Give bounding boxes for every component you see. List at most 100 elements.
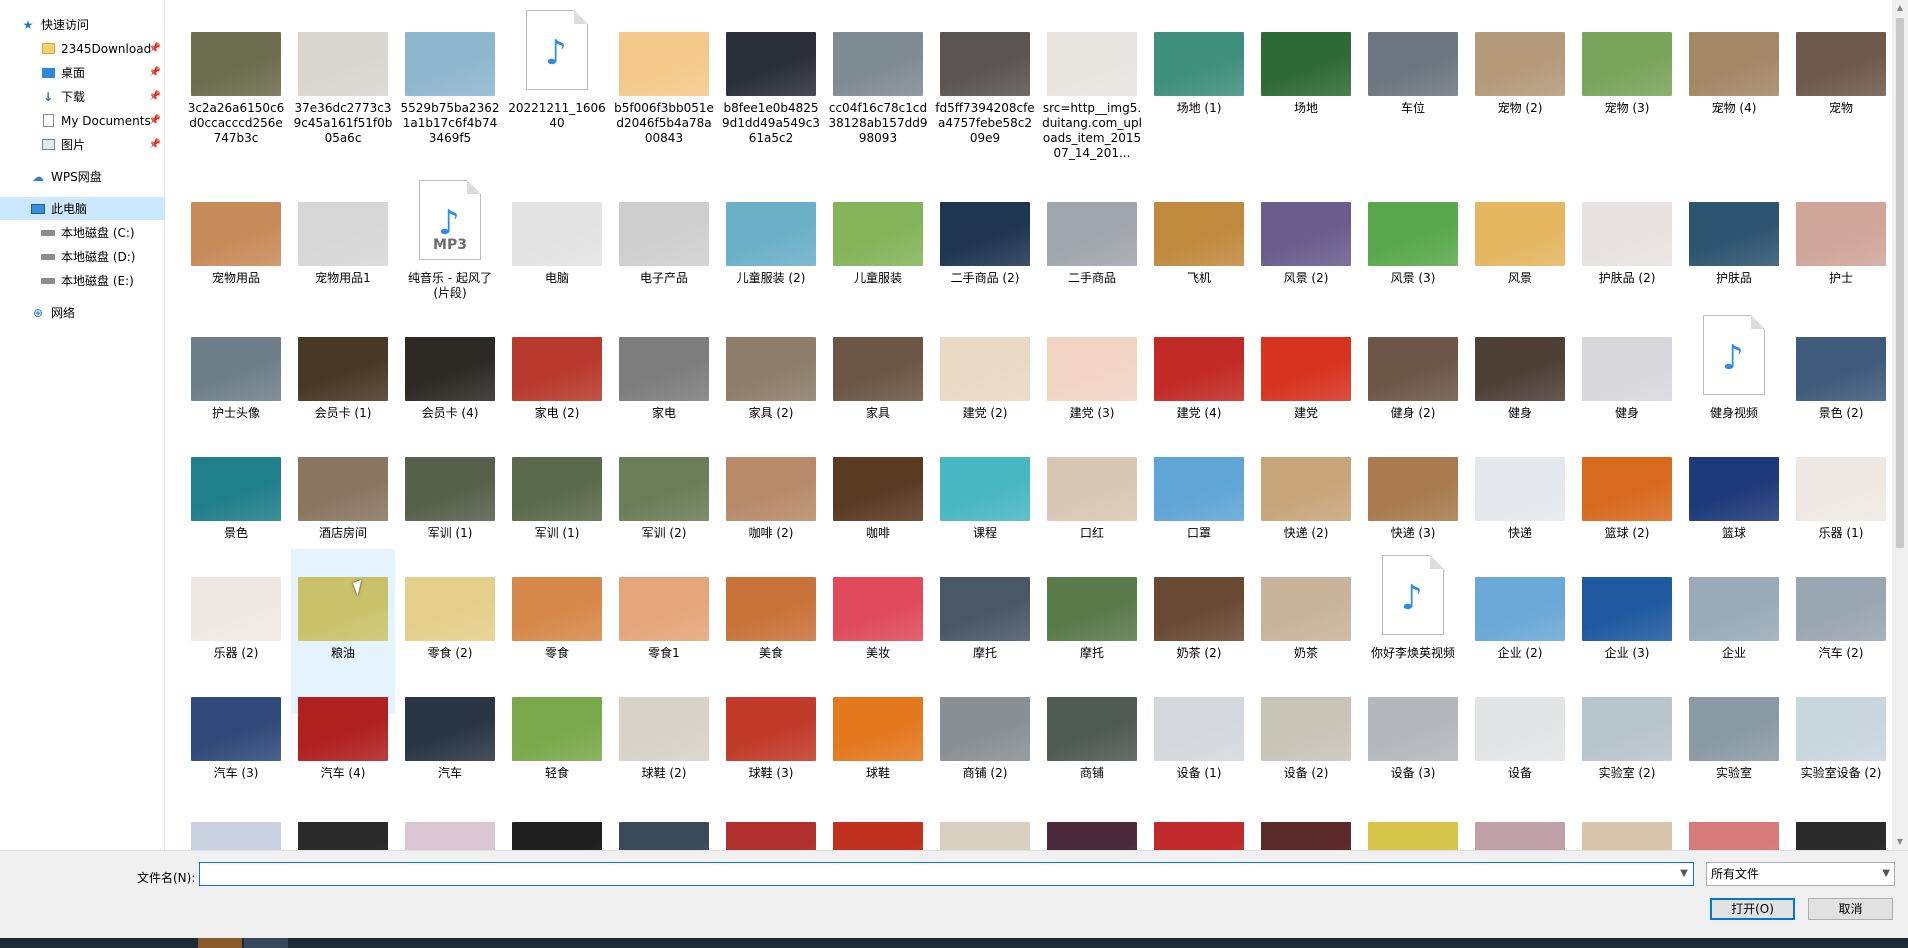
- file-item[interactable]: [1147, 794, 1251, 850]
- file-item[interactable]: [719, 794, 823, 850]
- file-item[interactable]: 宠物: [1789, 4, 1892, 169]
- thumbnail-image: [1047, 822, 1137, 850]
- thumbnail-image: [1047, 202, 1137, 266]
- thumbnail-image: [298, 697, 388, 761]
- nav-drive-e[interactable]: 本地磁盘 (E:): [0, 269, 165, 292]
- file-name: 二手商品 (2): [950, 271, 1020, 285]
- thumbnail-image: [405, 337, 495, 401]
- file-name: 宠物用品: [211, 271, 260, 285]
- file-item[interactable]: fd5ff7394208cfea4757febe58c209e9: [933, 4, 1037, 169]
- file-name: 电子产品: [639, 271, 688, 285]
- file-item[interactable]: [505, 794, 609, 850]
- nav-wps-cloud[interactable]: ☁ WPS网盘: [0, 165, 165, 188]
- nav-quick-access[interactable]: ★ 快速访问: [0, 13, 165, 36]
- thumbnail-image: [1475, 697, 1565, 761]
- file-item[interactable]: 场地: [1254, 4, 1358, 169]
- file-item[interactable]: ♪ 20221211_160640: [505, 4, 609, 169]
- pictures-icon: [40, 137, 56, 153]
- thumbnail-image: [1689, 577, 1779, 641]
- nav-drive-d[interactable]: 本地磁盘 (D:): [0, 245, 165, 268]
- chevron-down-icon[interactable]: ▼: [1676, 865, 1692, 883]
- nav-label: 图片: [61, 138, 86, 152]
- nav-drive-c[interactable]: 本地磁盘 (C:): [0, 221, 165, 244]
- file-item[interactable]: 车位: [1361, 4, 1465, 169]
- nav-network[interactable]: ⊕ 网络: [0, 301, 165, 324]
- thumbnail-image: [1368, 202, 1458, 266]
- file-name: 家电 (2): [534, 406, 580, 420]
- file-type-filter[interactable]: 所有文件 ▼: [1706, 862, 1895, 886]
- thumbnail-image: [405, 32, 495, 96]
- file-name: 护肤品: [1715, 271, 1752, 285]
- file-item[interactable]: [1254, 794, 1358, 850]
- thumbnail-image: [298, 337, 388, 401]
- file-name: 宠物: [1828, 101, 1853, 115]
- nav-pinned-downloads[interactable]: ↓ 下载 📌: [0, 85, 165, 108]
- file-item[interactable]: 37e36dc2773c39c45a161f51f0b05a6c: [291, 4, 395, 169]
- file-name: 球鞋: [865, 766, 890, 780]
- file-item[interactable]: 5529b75ba23621a1b17c6f4b743469f5: [398, 4, 502, 169]
- file-name: b8fee1e0b48259d1dd49a549c361a5c2: [722, 101, 820, 145]
- cancel-button[interactable]: 取消: [1808, 898, 1893, 920]
- file-item[interactable]: 宠物 (4): [1682, 4, 1786, 169]
- taskbar-app[interactable]: [198, 938, 242, 948]
- file-name: 口红: [1079, 526, 1104, 540]
- nav-label: 此电脑: [51, 202, 88, 216]
- file-item[interactable]: [826, 794, 930, 850]
- nav-pinned-desktop[interactable]: 桌面 📌: [0, 61, 165, 84]
- file-item[interactable]: [933, 794, 1037, 850]
- file-item[interactable]: [291, 794, 395, 850]
- file-item[interactable]: [1468, 794, 1572, 850]
- file-name: 快递 (3): [1390, 526, 1436, 540]
- vertical-scrollbar[interactable]: ▲ ▼: [1892, 0, 1908, 850]
- thumbnail-image: [619, 202, 709, 266]
- nav-this-pc[interactable]: 此电脑: [0, 197, 165, 220]
- thumbnail-image: [726, 457, 816, 521]
- file-name: 宠物 (2): [1497, 101, 1543, 115]
- file-name: 宠物用品1: [315, 271, 371, 285]
- thumbnail-image: [833, 577, 923, 641]
- file-item[interactable]: b8fee1e0b48259d1dd49a549c361a5c2: [719, 4, 823, 169]
- file-item[interactable]: [1575, 794, 1679, 850]
- thumbnail-image: [1368, 32, 1458, 96]
- thumbnail-image: [1475, 202, 1565, 266]
- filename-input[interactable]: [199, 862, 1694, 886]
- thumbnail-image: [298, 457, 388, 521]
- file-name: 商铺: [1079, 766, 1104, 780]
- file-item[interactable]: [1040, 794, 1144, 850]
- pin-icon: 📌: [148, 67, 161, 78]
- scroll-thumb[interactable]: [1896, 18, 1904, 548]
- nav-pinned-my-documents[interactable]: My Documents 📌: [0, 109, 165, 132]
- thumbnail-image: [1582, 32, 1672, 96]
- taskbar-app[interactable]: [244, 938, 288, 948]
- file-item[interactable]: [184, 794, 288, 850]
- file-open-dialog: ★ 快速访问 2345Download 📌 桌面 📌 ↓ 下载 📌 My Doc…: [0, 0, 1908, 938]
- scroll-down-icon[interactable]: ▼: [1892, 834, 1908, 850]
- thumbnail-image: [1154, 32, 1244, 96]
- file-item[interactable]: [612, 794, 716, 850]
- file-item[interactable]: [398, 794, 502, 850]
- thumbnail-image: [833, 822, 923, 850]
- file-item[interactable]: b5f006f3bb051ed2046f5b4a78a00843: [612, 4, 716, 169]
- file-name: 健身视频: [1709, 406, 1758, 420]
- file-item[interactable]: 宠物 (3): [1575, 4, 1679, 169]
- scroll-up-icon[interactable]: ▲: [1892, 0, 1908, 16]
- open-button[interactable]: 打开(O): [1710, 898, 1795, 920]
- file-item[interactable]: 宠物 (2): [1468, 4, 1572, 169]
- file-item[interactable]: 场地 (1): [1147, 4, 1251, 169]
- thumbnail-image: [1796, 32, 1886, 96]
- file-item[interactable]: [1682, 794, 1786, 850]
- nav-label: 本地磁盘 (E:): [61, 274, 134, 288]
- file-item[interactable]: src=http__img5.duitang.com_uploads_item_…: [1040, 4, 1144, 169]
- file-item[interactable]: [1361, 794, 1465, 850]
- thumbnail-image: [1154, 457, 1244, 521]
- file-item[interactable]: [1789, 794, 1892, 850]
- file-item[interactable]: 3c2a26a6150c6d0ccacccd256e747b3c: [184, 4, 288, 169]
- thumbnail-image: [405, 577, 495, 641]
- cloud-icon: ☁: [32, 169, 44, 184]
- file-item[interactable]: cc04f16c78c1cd38128ab157dd998093: [826, 4, 930, 169]
- file-name: 护士头像: [211, 406, 260, 420]
- nav-pinned-pictures[interactable]: 图片 📌: [0, 133, 165, 156]
- nav-pinned-2345download[interactable]: 2345Download 📌: [0, 37, 165, 60]
- thumbnail-image: [1154, 202, 1244, 266]
- thumbnail-image: [1796, 337, 1886, 401]
